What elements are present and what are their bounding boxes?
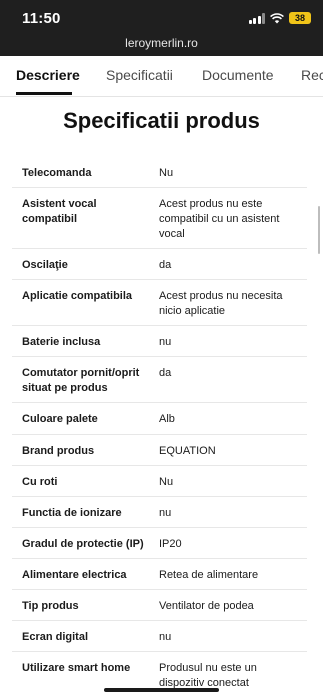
spec-row: Gradul de protectie (IP) IP20 xyxy=(12,527,307,559)
spec-key: Cu roti xyxy=(22,476,58,488)
cellular-signal-icon xyxy=(248,12,265,24)
spec-row: Oscilaţie da xyxy=(12,248,307,280)
address-bar[interactable]: leroymerlin.ro xyxy=(0,36,323,50)
spec-key: Comutator pornit/oprit situat pe produs xyxy=(22,367,140,394)
tab-specificatii[interactable]: Specificatii xyxy=(106,67,173,83)
spec-row: Functia de ionizare nu xyxy=(12,496,307,528)
spec-key: Utilizare smart home xyxy=(22,662,131,674)
spec-value: Ventilator de podea xyxy=(159,600,254,612)
status-icons: 38 xyxy=(248,12,311,24)
spec-value: Retea de alimentare xyxy=(159,569,259,581)
spec-key: Culoare palete xyxy=(22,413,98,425)
spec-value: Nu xyxy=(159,476,174,488)
spec-value: Alb xyxy=(159,413,175,425)
spec-key: Baterie inclusa xyxy=(22,336,101,348)
spec-value: Nu xyxy=(159,167,174,179)
status-bar: 11:50 38 leroymerlin.ro xyxy=(0,0,323,56)
clock: 11:50 xyxy=(22,10,61,27)
spec-key: Asistent vocal compatibil xyxy=(22,198,97,225)
spec-value: da xyxy=(159,259,172,271)
spec-key: Alimentare electrica xyxy=(22,569,127,581)
spec-key: Oscilaţie xyxy=(22,259,68,271)
active-tab-indicator xyxy=(16,92,72,95)
spec-row: Baterie inclusa nu xyxy=(12,325,307,357)
spec-value: nu xyxy=(159,336,172,348)
tab-descriere[interactable]: Descriere xyxy=(16,67,80,83)
spec-row: Brand produs EQUATION xyxy=(12,434,307,466)
spec-value: da xyxy=(159,367,172,379)
tab-recenzii[interactable]: Rec xyxy=(301,67,323,83)
spec-key: Ecran digital xyxy=(22,631,89,643)
spec-key: Tip produs xyxy=(22,600,79,612)
spec-value: nu xyxy=(159,507,172,519)
spec-row: Aplicatie compatibila Acest produs nu ne… xyxy=(12,279,307,326)
spec-row: Alimentare electrica Retea de alimentare xyxy=(12,558,307,590)
tab-documente[interactable]: Documente xyxy=(202,67,274,83)
spec-key: Telecomanda xyxy=(22,167,92,179)
wifi-icon xyxy=(270,12,284,23)
spec-row: Comutator pornit/oprit situat pe produs … xyxy=(12,356,307,403)
spec-value: nu xyxy=(159,631,172,643)
spec-key: Gradul de protectie (IP) xyxy=(22,538,144,550)
spec-value: Produsul nu este un dispozitiv conectat xyxy=(159,662,257,689)
spec-row: Culoare palete Alb xyxy=(12,402,307,435)
battery-icon: 38 xyxy=(289,12,311,24)
product-tabs: Descriere Specificatii Documente Rec xyxy=(0,56,323,97)
spec-key: Aplicatie compatibila xyxy=(22,290,133,302)
home-indicator[interactable] xyxy=(104,688,219,692)
spec-key: Functia de ionizare xyxy=(22,507,122,519)
page-title: Specificatii produs xyxy=(63,108,260,133)
spec-value: Acest produs nu necesita nicio aplicatie xyxy=(159,290,283,317)
spec-row: Asistent vocal compatibil Acest produs n… xyxy=(12,187,307,249)
spec-key: Brand produs xyxy=(22,445,95,457)
scrollbar[interactable] xyxy=(318,206,320,254)
spec-row: Telecomanda Nu xyxy=(12,156,307,188)
spec-value: EQUATION xyxy=(159,445,216,457)
spec-value: IP20 xyxy=(159,538,182,550)
spec-row: Ecran digital nu xyxy=(12,620,307,652)
spec-row: Cu roti Nu xyxy=(12,465,307,497)
spec-row: Tip produs Ventilator de podea xyxy=(12,589,307,621)
spec-value: Acest produs nu este compatibil cu un as… xyxy=(159,198,280,240)
